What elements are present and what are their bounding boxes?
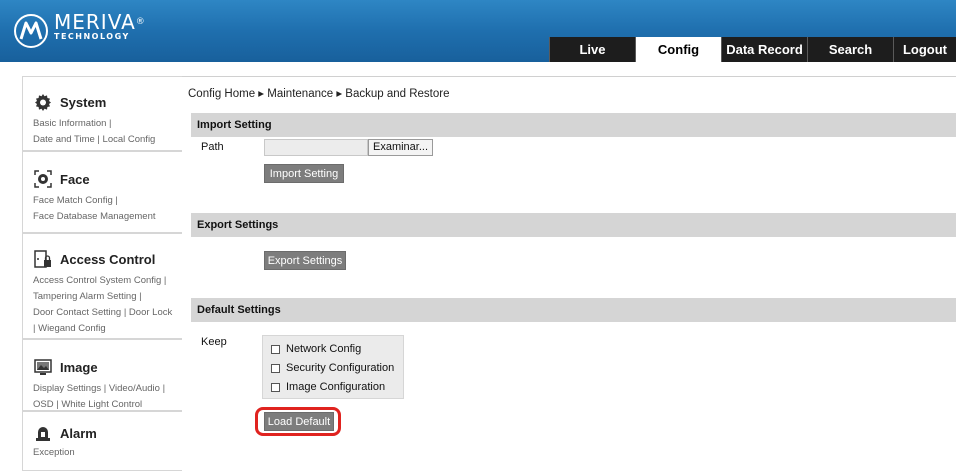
browse-button[interactable]: Examinar... — [368, 139, 433, 156]
sidebar-title-image: Image — [60, 359, 98, 375]
load-default-highlight — [255, 407, 341, 436]
alarm-icon — [36, 427, 50, 441]
sidebar-section-image[interactable]: Image Display Settings | Video/Audio | O… — [22, 339, 182, 411]
meriva-logo-icon — [14, 14, 48, 48]
image-configuration-label: Image Configuration — [286, 381, 386, 393]
sidebar-link-access-control-system[interactable]: Access Control System Config | — [33, 273, 174, 289]
brand-reg: ® — [135, 17, 146, 27]
sidebar-section-system[interactable]: System Basic Information | Date and Time… — [22, 76, 182, 151]
breadcrumb: Config Home ▸ Maintenance ▸ Backup and R… — [188, 88, 450, 100]
sidebar-link-display-video-audio[interactable]: Display Settings | Video/Audio | — [33, 381, 174, 397]
sidebar-title-system: System — [60, 94, 107, 110]
keep-label: Keep — [201, 336, 227, 348]
sidebar-section-alarm[interactable]: Alarm Exception — [22, 411, 182, 471]
sidebar-link-door-contact-lock[interactable]: Door Contact Setting | Door Lock — [33, 305, 174, 321]
path-input[interactable] — [264, 139, 368, 156]
image-configuration-checkbox[interactable] — [271, 382, 280, 392]
network-config-label: Network Config — [286, 343, 362, 355]
export-settings-button[interactable]: Export Settings — [264, 251, 346, 270]
sidebar-link-face-match-config[interactable]: Face Match Config | — [33, 193, 174, 209]
export-settings-header: Export Settings — [191, 213, 956, 237]
import-setting-header: Import Setting — [191, 113, 956, 137]
sidebar-title-face: Face — [60, 171, 90, 187]
config-sidebar: System Basic Information | Date and Time… — [22, 76, 182, 471]
sidebar-link-exception[interactable]: Exception — [33, 445, 174, 461]
sidebar-section-access-control[interactable]: Access Control Access Control System Con… — [22, 233, 182, 339]
sidebar-title-alarm: Alarm — [60, 425, 97, 441]
face-scan-icon — [34, 170, 52, 188]
door-lock-icon — [34, 250, 51, 268]
import-setting-button[interactable]: Import Setting — [264, 164, 344, 183]
option-security-configuration[interactable]: Security Configuration — [271, 362, 394, 374]
brand-name: MERIVA — [54, 10, 136, 34]
tab-data-record[interactable]: Data Record — [721, 37, 807, 62]
sidebar-section-face[interactable]: Face Face Match Config | Face Database M… — [22, 151, 182, 233]
image-icon — [34, 359, 52, 375]
keep-options-box: Network Config Security Configuration Im… — [262, 335, 404, 399]
default-settings-header: Default Settings — [191, 298, 956, 322]
sidebar-link-wiegand-config[interactable]: | Wiegand Config — [33, 321, 174, 337]
main-tabs: Live Config Data Record Search Logout — [549, 37, 956, 62]
sidebar-title-access-control: Access Control — [60, 251, 156, 267]
path-label: Path — [201, 141, 224, 153]
top-header: MERIVA® TECHNOLOGY Live Config Data Reco… — [0, 0, 956, 62]
tab-search[interactable]: Search — [807, 37, 893, 62]
sidebar-link-basic-information[interactable]: Basic Information | — [33, 116, 174, 132]
option-network-config[interactable]: Network Config — [271, 343, 361, 355]
tab-config[interactable]: Config — [635, 37, 721, 62]
sidebar-link-face-database[interactable]: Face Database Management — [33, 209, 174, 225]
tab-live[interactable]: Live — [549, 37, 635, 62]
option-image-configuration[interactable]: Image Configuration — [271, 381, 385, 393]
brand: MERIVA® TECHNOLOGY — [54, 12, 146, 42]
gear-icon — [35, 94, 51, 111]
network-config-checkbox[interactable] — [271, 344, 280, 354]
security-configuration-label: Security Configuration — [286, 362, 395, 374]
content-top-divider — [182, 76, 956, 77]
tab-logout[interactable]: Logout — [893, 37, 956, 62]
sidebar-link-tampering-alarm[interactable]: Tampering Alarm Setting | — [33, 289, 174, 305]
sidebar-link-date-time-local-config[interactable]: Date and Time | Local Config — [33, 132, 174, 148]
security-configuration-checkbox[interactable] — [271, 363, 280, 373]
